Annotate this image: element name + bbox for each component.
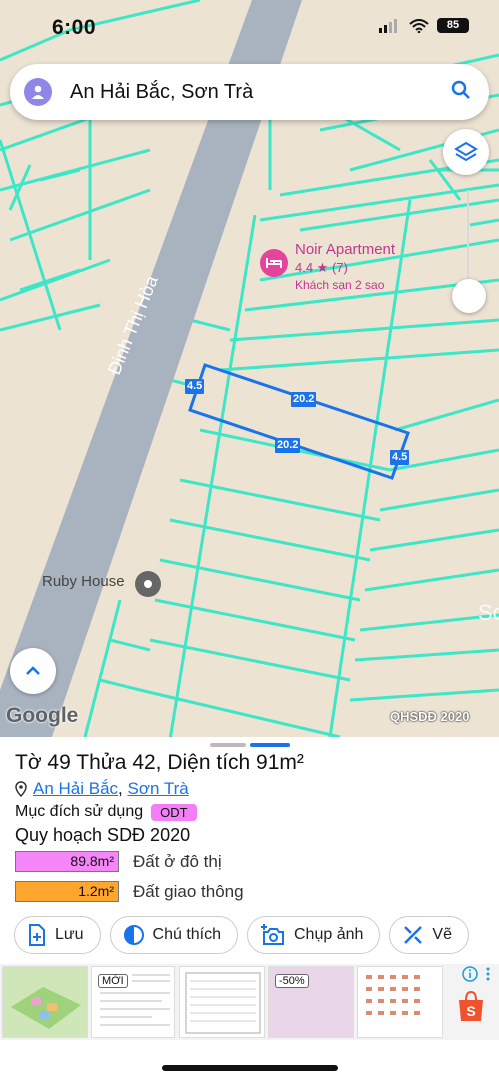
status-time: 6:00 <box>52 16 97 39</box>
ad-more-icon[interactable] <box>484 966 492 982</box>
plan-area-bar: 1.2m² <box>15 881 119 902</box>
ad-thumbnail[interactable]: -50% <box>268 966 354 1038</box>
sheet-handle[interactable] <box>210 743 246 747</box>
plan-title: Quy hoạch SDĐ 2020 <box>15 825 191 845</box>
shopping-bag-icon[interactable]: S <box>456 990 486 1022</box>
poi-name: Ruby House <box>42 573 125 590</box>
dimension-top: 20.2 <box>291 392 317 407</box>
action-chips: Lưu Chú thích Chụp ảnh Vẽ <box>14 916 469 954</box>
hotel-icon <box>260 249 288 277</box>
poi-name: Noir Apartment <box>295 241 396 258</box>
parcel-info-sheet[interactable]: Tờ 49 Thửa 42, Diện tích 91m² An Hải Bắc… <box>0 737 499 1080</box>
ward-link[interactable]: An Hải Bắc <box>33 779 118 798</box>
plan-item: 89.8m² Đất ở đô thị <box>15 851 222 872</box>
plan-area-bar: 89.8m² <box>15 851 119 872</box>
purpose-row: Mục đích sử dụng ODT <box>15 803 197 821</box>
capture-button[interactable]: Chụp ảnh <box>247 916 381 954</box>
draw-ruler-icon <box>404 926 423 944</box>
map-view[interactable]: Sơ Đinh Thị Hòa 20.2 20.2 4.5 4.5 Noir A… <box>0 0 499 737</box>
svg-text:S: S <box>466 1003 475 1019</box>
layers-button[interactable] <box>443 129 489 175</box>
search-icon[interactable] <box>451 80 471 105</box>
plan-area-label: Đất giao thông <box>133 881 244 901</box>
dimension-left: 4.5 <box>185 379 205 394</box>
location-pin-icon <box>15 781 27 797</box>
purpose-label: Mục đích sử dụng <box>15 803 144 820</box>
svg-text:Sơ: Sơ <box>478 600 499 625</box>
avatar[interactable] <box>24 78 52 106</box>
dimension-bottom: 20.2 <box>275 438 301 453</box>
poi-rating: 4.4 ★ (7) <box>295 260 348 275</box>
district-link[interactable]: Sơn Trà <box>128 779 189 798</box>
add-camera-icon <box>261 924 284 945</box>
chevron-up-icon <box>26 666 40 675</box>
ad-thumbnail[interactable]: MỚI <box>91 966 175 1038</box>
contrast-icon <box>123 925 144 945</box>
ad-thumbnail[interactable] <box>357 966 443 1038</box>
poi-type: Khách sạn 2 sao <box>295 278 385 292</box>
legend-button[interactable]: Chú thích <box>109 916 238 954</box>
layers-icon <box>454 141 478 162</box>
sheet-handle-active[interactable] <box>250 743 290 747</box>
save-button[interactable]: Lưu <box>14 916 101 954</box>
plan-item: 1.2m² Đất giao thông <box>15 881 244 902</box>
opacity-slider-handle[interactable] <box>452 279 486 313</box>
search-query[interactable]: An Hải Bắc, Sơn Trà <box>70 81 451 104</box>
ad-thumbnail[interactable] <box>2 966 88 1038</box>
wifi-icon <box>409 18 429 33</box>
battery-icon: 85 <box>437 18 469 33</box>
address-separator: , <box>118 779 123 798</box>
status-bar: 6:00 85 <box>0 0 499 54</box>
ad-banner[interactable]: MỚI -50% S <box>0 964 499 1040</box>
parcel-title: Tờ 49 Thửa 42, Diện tích 91m² <box>15 751 304 774</box>
selected-parcel-outline <box>188 363 410 480</box>
plan-area-label: Đất ở đô thị <box>133 851 222 871</box>
draw-button[interactable]: Vẽ <box>389 916 469 954</box>
ad-thumbnail[interactable] <box>179 966 265 1038</box>
home-indicator[interactable] <box>162 1065 338 1071</box>
poi-ruby-house[interactable]: Ruby House <box>42 571 161 597</box>
search-bar[interactable]: An Hải Bắc, Sơn Trà <box>10 64 489 120</box>
discount-tag: -50% <box>275 974 309 988</box>
add-document-icon <box>29 924 45 946</box>
dimension-right: 4.5 <box>390 450 410 465</box>
parcel-address: An Hải Bắc, Sơn Trà <box>15 779 189 799</box>
google-logo: Google <box>6 704 79 727</box>
purpose-badge: ODT <box>151 803 197 821</box>
ad-info-icon[interactable] <box>462 966 478 982</box>
map-source-label: QHSDĐ 2020 <box>390 709 470 724</box>
cellular-icon <box>379 18 397 33</box>
expand-up-button[interactable] <box>10 648 56 694</box>
place-pin-icon <box>135 571 161 597</box>
